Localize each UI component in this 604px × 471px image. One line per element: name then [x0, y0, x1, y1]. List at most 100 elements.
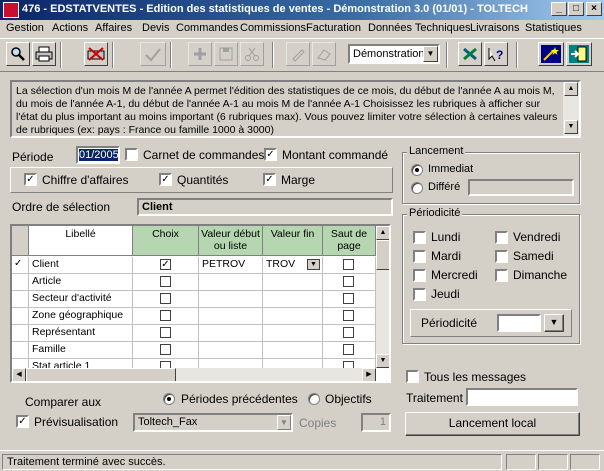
row-debut[interactable]: PETROV	[199, 257, 263, 274]
row-saut-checkbox[interactable]	[343, 310, 354, 321]
copies-input[interactable]: 1	[361, 413, 391, 432]
menu-commandes[interactable]: Commandes	[176, 22, 238, 34]
cut-button[interactable]	[240, 42, 264, 66]
menu-statistiques[interactable]: Statistiques	[525, 22, 582, 34]
compare-periodes-radio[interactable]	[163, 393, 175, 405]
table-row[interactable]: Représentant	[12, 325, 376, 342]
treatment-input[interactable]	[466, 388, 578, 406]
table-row[interactable]: ✓ Client ✓ PETROV TROV ▼	[12, 257, 376, 274]
edit-button[interactable]	[286, 42, 310, 66]
row-choix-checkbox[interactable]: ✓	[160, 259, 171, 270]
menu-commissions[interactable]: Commissions	[240, 22, 306, 34]
minimize-button[interactable]: _	[551, 2, 567, 16]
row-fin[interactable]	[263, 274, 323, 291]
compare-objectifs-radio[interactable]	[308, 393, 320, 405]
menu-donnees-techniques[interactable]: Données Techniques	[368, 22, 471, 34]
chevron-down-icon[interactable]: ▼	[277, 415, 291, 430]
row-saut-checkbox[interactable]	[343, 259, 354, 270]
lundi-checkbox[interactable]	[413, 231, 426, 244]
carnet-checkbox[interactable]	[125, 148, 138, 161]
row-choix-checkbox[interactable]	[160, 293, 171, 304]
row-fin[interactable]	[263, 291, 323, 308]
search-button[interactable]	[6, 42, 30, 66]
table-row[interactable]: Article	[12, 274, 376, 291]
row-saut-checkbox[interactable]	[343, 344, 354, 355]
row-choix-checkbox[interactable]	[160, 327, 171, 338]
menu-livraisons[interactable]: Livraisons	[470, 22, 520, 34]
company-select[interactable]: Démonstration 3. ▼	[348, 44, 440, 64]
save-button[interactable]	[214, 42, 238, 66]
check-icon	[145, 48, 161, 62]
scroll-thumb[interactable]	[26, 368, 176, 381]
row-debut[interactable]	[199, 274, 263, 291]
row-choix-checkbox[interactable]	[160, 276, 171, 287]
table-row[interactable]: Zone géographique	[12, 308, 376, 325]
montant-checkbox[interactable]: ✓	[264, 148, 277, 161]
chevron-down-icon[interactable]: ▼	[423, 46, 438, 62]
chiffre-checkbox[interactable]: ✓	[24, 173, 37, 186]
marge-checkbox[interactable]: ✓	[263, 173, 276, 186]
quantites-checkbox[interactable]: ✓	[159, 173, 172, 186]
dimanche-checkbox[interactable]	[495, 269, 508, 282]
immediat-radio[interactable]	[411, 164, 423, 176]
row-choix-checkbox[interactable]	[160, 344, 171, 355]
row-fin[interactable]	[263, 308, 323, 325]
differe-radio[interactable]	[411, 182, 423, 194]
menu-facturation[interactable]: Facturation	[306, 22, 361, 34]
table-row[interactable]: Secteur d'activité	[12, 291, 376, 308]
period-input[interactable]: 01/2005	[76, 146, 120, 164]
scroll-up-icon[interactable]: ▲	[564, 82, 578, 96]
vendredi-checkbox[interactable]	[495, 231, 508, 244]
row-saut-checkbox[interactable]	[343, 276, 354, 287]
row-debut[interactable]	[199, 325, 263, 342]
jeudi-checkbox[interactable]	[413, 288, 426, 301]
all-messages-checkbox[interactable]	[406, 370, 419, 383]
wizard-button[interactable]	[538, 42, 564, 66]
periodicity-dropdown-button[interactable]: ▼	[544, 314, 564, 332]
scroll-thumb[interactable]	[376, 240, 389, 270]
mardi-checkbox[interactable]	[413, 250, 426, 263]
table-row[interactable]: Famille	[12, 342, 376, 359]
maximize-button[interactable]: □	[568, 2, 584, 16]
row-debut[interactable]	[199, 308, 263, 325]
scroll-down-icon[interactable]: ▼	[564, 120, 578, 134]
tools-button[interactable]	[458, 42, 482, 66]
row-saut-checkbox[interactable]	[343, 293, 354, 304]
menu-gestion[interactable]: Gestion	[6, 22, 44, 34]
scroll-right-icon[interactable]: ▶	[362, 368, 376, 381]
row-fin-cell[interactable]: TROV ▼	[263, 257, 323, 274]
row-choix-checkbox[interactable]	[160, 310, 171, 321]
menu-affaires[interactable]: Affaires	[95, 22, 132, 34]
scroll-up-icon[interactable]: ▲	[376, 226, 389, 240]
close-button[interactable]: ×	[586, 2, 602, 16]
print-button[interactable]	[32, 42, 56, 66]
periodicity-select-input[interactable]	[497, 314, 541, 332]
menu-devis[interactable]: Devis	[142, 22, 170, 34]
help-button[interactable]: ?	[484, 42, 508, 66]
validate-button[interactable]	[140, 42, 166, 66]
differe-input[interactable]	[468, 179, 574, 196]
toolbar-separator	[516, 42, 518, 68]
exit-button[interactable]	[566, 42, 592, 66]
row-debut[interactable]	[199, 291, 263, 308]
launch-local-button[interactable]: Lancement local	[405, 412, 580, 436]
description-scrollbar[interactable]: ▲ ▼	[563, 82, 579, 136]
row-fin[interactable]	[263, 342, 323, 359]
samedi-checkbox[interactable]	[495, 250, 508, 263]
chevron-down-icon[interactable]: ▼	[307, 259, 320, 270]
printer-select[interactable]: Toltech_Fax ▼	[133, 413, 293, 432]
scroll-left-icon[interactable]: ◀	[12, 368, 26, 381]
menu-actions[interactable]: Actions	[52, 22, 88, 34]
toolbar-separator	[60, 42, 62, 68]
scroll-down-icon[interactable]: ▼	[376, 354, 389, 368]
preview-checkbox[interactable]: ✓	[16, 415, 29, 428]
row-debut[interactable]	[199, 342, 263, 359]
delete-button[interactable]	[312, 42, 336, 66]
cancel-print-button[interactable]	[84, 42, 108, 66]
grid-horizontal-scrollbar[interactable]: ◀ ▶	[12, 368, 376, 381]
mercredi-checkbox[interactable]	[413, 269, 426, 282]
row-saut-checkbox[interactable]	[343, 327, 354, 338]
add-button[interactable]	[188, 42, 212, 66]
grid-vertical-scrollbar[interactable]: ▲ ▼	[376, 226, 389, 368]
row-fin[interactable]	[263, 325, 323, 342]
